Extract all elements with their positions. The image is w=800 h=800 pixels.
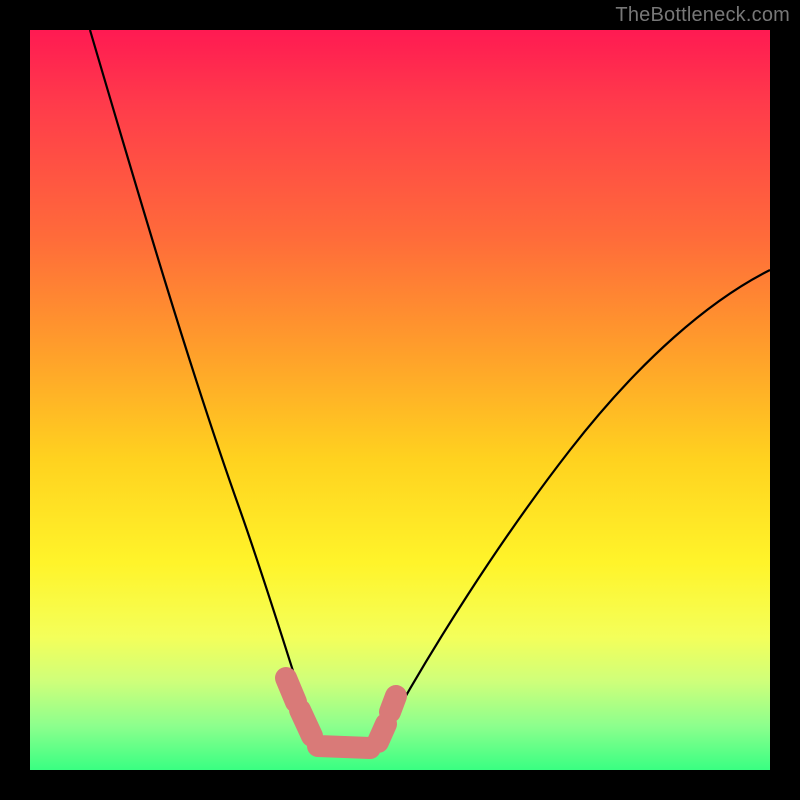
watermark-text: TheBottleneck.com xyxy=(615,4,790,27)
plot-area xyxy=(30,30,770,770)
series-right-branch xyxy=(380,270,770,742)
marker-highlight xyxy=(286,678,396,748)
chart-svg xyxy=(30,30,770,770)
series-left-branch xyxy=(90,30,316,742)
outer-frame: TheBottleneck.com xyxy=(0,0,800,800)
